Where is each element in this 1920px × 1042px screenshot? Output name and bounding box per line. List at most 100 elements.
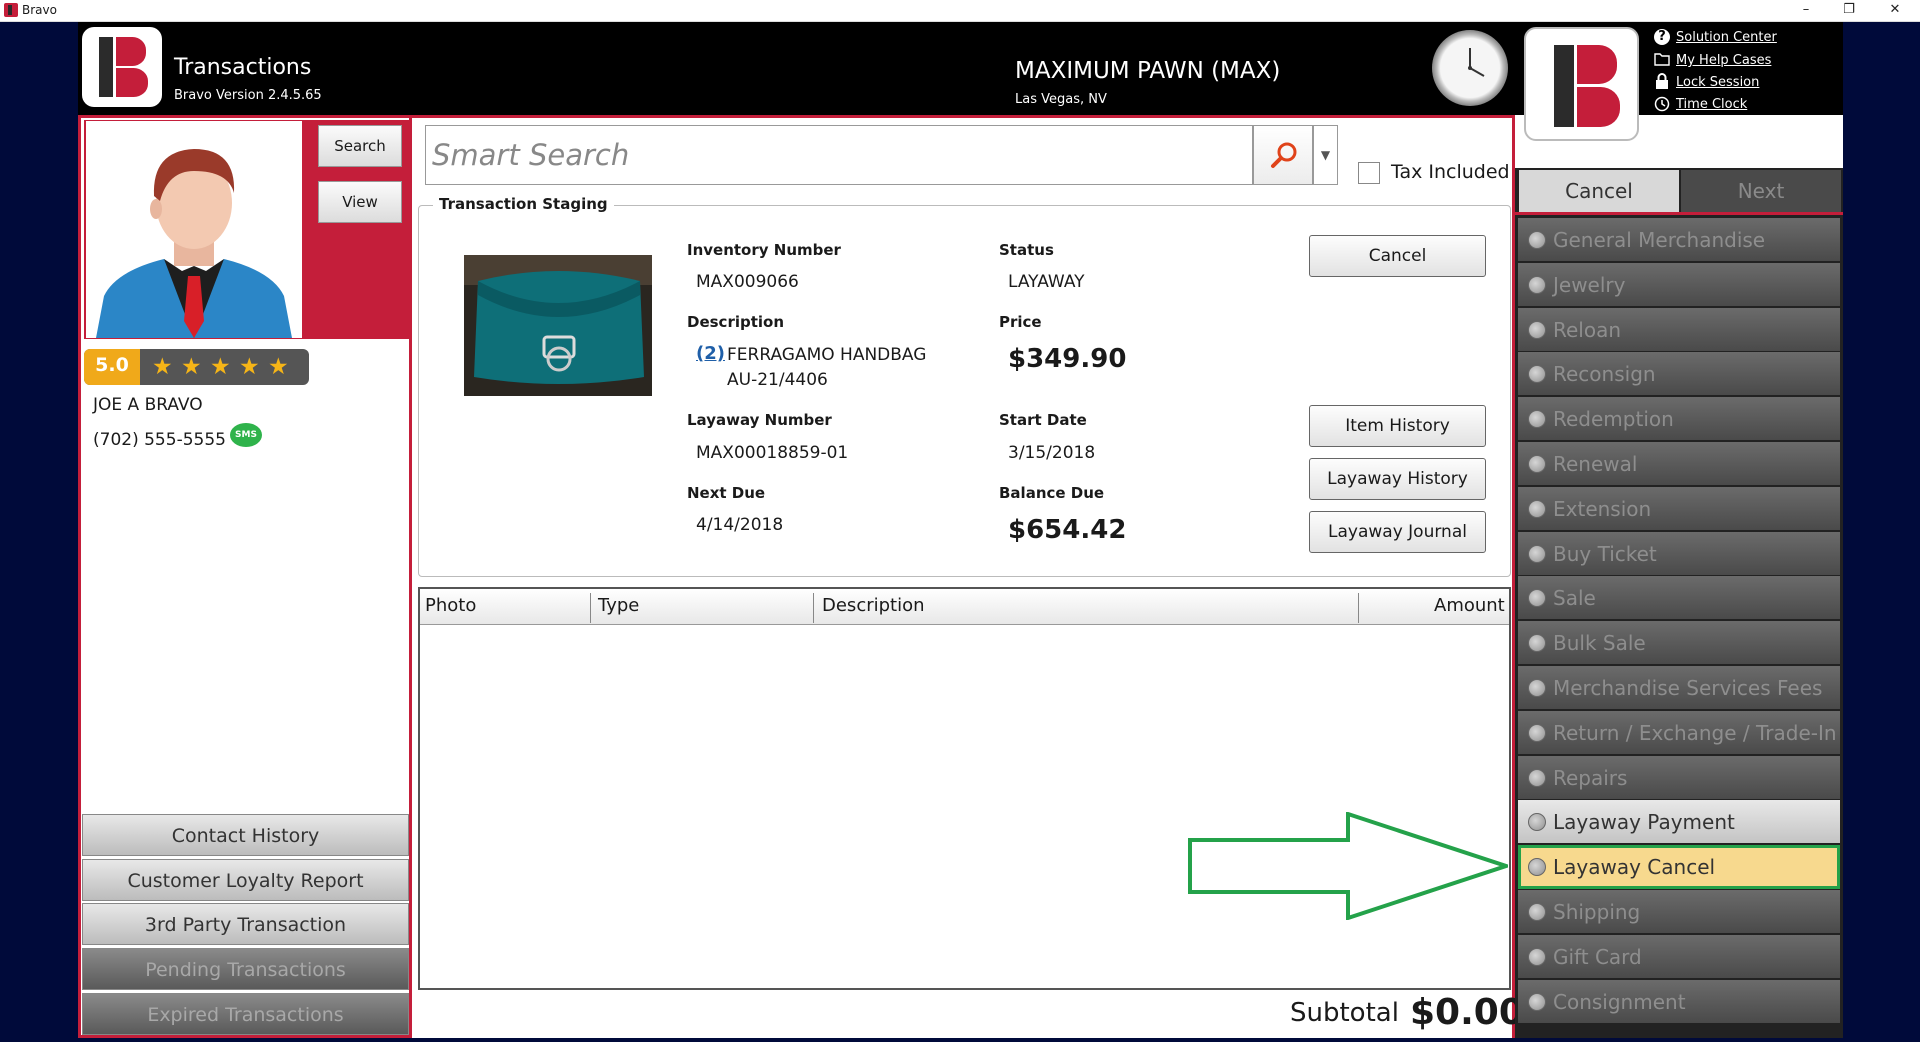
- radio-icon: [1528, 634, 1546, 652]
- lock-session-link[interactable]: Lock Session: [1676, 75, 1759, 90]
- pending-transactions-button: Pending Transactions: [82, 948, 409, 990]
- cancel-button[interactable]: Cancel: [1519, 170, 1679, 212]
- type-label: Sale: [1553, 586, 1596, 610]
- customer-avatar: [86, 121, 302, 338]
- help-icon: ?: [1654, 29, 1670, 45]
- radio-icon: [1528, 500, 1546, 518]
- search-dropdown-chevron-icon[interactable]: ▼: [1313, 125, 1338, 185]
- background-bottom: [0, 1038, 1920, 1042]
- annotation-arrow-icon: [1188, 811, 1513, 924]
- app-icon: [4, 3, 18, 17]
- column-divider[interactable]: [590, 593, 591, 623]
- price-value: $349.90: [1008, 344, 1127, 374]
- store-name: MAXIMUM PAWN (MAX): [1015, 58, 1281, 84]
- transaction-grid[interactable]: [418, 587, 1511, 990]
- expired-transactions-button: Expired Transactions: [82, 993, 409, 1035]
- type-extension: Extension: [1518, 487, 1840, 531]
- column-header-amount[interactable]: Amount: [1434, 595, 1505, 616]
- radio-icon: [1528, 455, 1546, 473]
- type-label: Buy Ticket: [1553, 542, 1657, 566]
- tax-included-checkbox[interactable]: [1358, 162, 1380, 184]
- type-label: Renewal: [1553, 452, 1638, 476]
- status-label: Status: [999, 241, 1054, 259]
- lock-icon: [1654, 73, 1670, 89]
- star-icon: ★: [239, 354, 260, 380]
- folder-icon: [1654, 52, 1670, 68]
- type-label: Return / Exchange / Trade-In: [1553, 721, 1837, 745]
- type-buy-ticket: Buy Ticket: [1518, 532, 1840, 576]
- user-label: BRAVO: [1556, 147, 1611, 166]
- type-label: Consignment: [1553, 990, 1686, 1014]
- layaway-journal-button[interactable]: Layaway Journal: [1309, 511, 1486, 553]
- radio-icon: [1528, 813, 1546, 831]
- panel-divider: [1515, 212, 1843, 215]
- column-header-description[interactable]: Description: [822, 595, 925, 616]
- close-button[interactable]: ✕: [1872, 0, 1918, 22]
- type-merchandise-services-fees: Merchandise Services Fees: [1518, 666, 1840, 710]
- radio-icon: [1528, 903, 1546, 921]
- sms-icon[interactable]: SMS: [230, 423, 262, 447]
- type-redemption: Redemption: [1518, 397, 1840, 441]
- type-jewelry: Jewelry: [1518, 263, 1840, 307]
- radio-icon: [1528, 365, 1546, 383]
- type-label: General Merchandise: [1553, 228, 1766, 252]
- my-help-cases-link[interactable]: My Help Cases: [1676, 53, 1771, 68]
- item-history-button[interactable]: Item History: [1309, 405, 1486, 447]
- column-header-type[interactable]: Type: [598, 595, 639, 616]
- layaway-number-label: Layaway Number: [687, 411, 832, 429]
- customer-name: JOE A BRAVO: [93, 395, 203, 415]
- restore-button[interactable]: ❐: [1826, 0, 1872, 22]
- type-bulk-sale: Bulk Sale: [1518, 621, 1840, 665]
- smart-search-input[interactable]: Smart Search: [425, 125, 1253, 185]
- type-gift-card: Gift Card: [1518, 935, 1840, 979]
- customer-search-button[interactable]: Search: [318, 125, 402, 167]
- type-shipping: Shipping: [1518, 890, 1840, 934]
- radio-icon: [1528, 231, 1546, 249]
- balance-due-label: Balance Due: [999, 484, 1105, 502]
- minimize-button[interactable]: –: [1783, 0, 1829, 22]
- description-line-2: AU-21/4406: [727, 370, 828, 390]
- start-date-value: 3/15/2018: [1008, 443, 1096, 463]
- background-left: [0, 22, 78, 1042]
- column-divider[interactable]: [1358, 593, 1359, 623]
- type-label: Redemption: [1553, 407, 1674, 431]
- type-label: Reloan: [1553, 318, 1622, 342]
- next-button: Next: [1681, 170, 1841, 212]
- transaction-staging-title: Transaction Staging: [433, 195, 614, 213]
- clock-small-icon: [1654, 96, 1670, 112]
- column-header-photo[interactable]: Photo: [425, 595, 476, 616]
- description-count-link[interactable]: (2): [696, 343, 725, 364]
- radio-icon: [1528, 545, 1546, 563]
- solution-center-link[interactable]: Solution Center: [1676, 30, 1777, 45]
- item-photo[interactable]: [464, 255, 652, 396]
- star-icon: ★: [181, 354, 202, 380]
- type-layaway-payment[interactable]: Layaway Payment: [1518, 800, 1840, 844]
- star-icon: ★: [268, 354, 289, 380]
- staging-cancel-button[interactable]: Cancel: [1309, 235, 1486, 277]
- time-clock-link[interactable]: Time Clock: [1676, 97, 1747, 112]
- customer-loyalty-report-button[interactable]: Customer Loyalty Report: [82, 859, 409, 901]
- bravo-logo: [82, 27, 162, 107]
- radio-icon: [1528, 993, 1546, 1011]
- radio-icon: [1528, 679, 1546, 697]
- type-layaway-cancel[interactable]: Layaway Cancel: [1518, 845, 1840, 889]
- user-logo[interactable]: [1524, 27, 1639, 141]
- type-label: Layaway Cancel: [1553, 855, 1716, 879]
- window-title: Bravo: [22, 3, 57, 17]
- radio-icon: [1528, 276, 1546, 294]
- radio-icon: [1528, 858, 1546, 876]
- radio-icon: [1528, 769, 1546, 787]
- type-reconsign: Reconsign: [1518, 352, 1840, 396]
- layaway-history-button[interactable]: Layaway History: [1309, 458, 1486, 500]
- column-divider[interactable]: [813, 593, 814, 623]
- description-label: Description: [687, 313, 785, 331]
- customer-view-button[interactable]: View: [318, 181, 402, 223]
- star-icon: ★: [210, 354, 231, 380]
- star-icon: ★: [152, 354, 173, 380]
- search-button[interactable]: [1253, 125, 1313, 185]
- type-label: Merchandise Services Fees: [1553, 676, 1823, 700]
- third-party-transaction-button[interactable]: 3rd Party Transaction: [82, 903, 409, 945]
- app-version: Bravo Version 2.4.5.65: [174, 88, 322, 103]
- store-location: Las Vegas, NV: [1015, 92, 1107, 107]
- contact-history-button[interactable]: Contact History: [82, 814, 409, 856]
